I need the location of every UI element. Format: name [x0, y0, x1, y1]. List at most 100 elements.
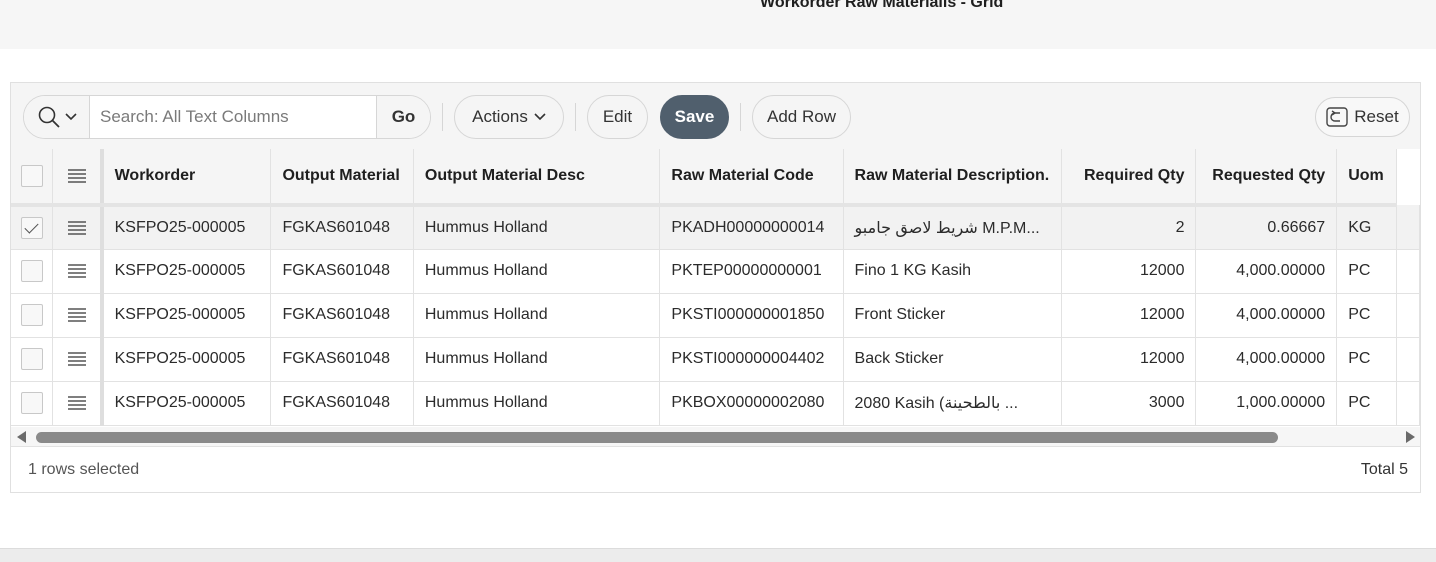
cell-raw-material-code[interactable]: PKSTI000000004402 — [659, 337, 844, 382]
row-select-cell[interactable] — [11, 337, 54, 382]
row-select-checkbox[interactable] — [20, 304, 43, 326]
select-all-checkbox[interactable] — [20, 165, 43, 187]
reset-label: Reset — [1354, 107, 1399, 126]
reset-button[interactable]: Reset — [1315, 97, 1410, 137]
cell-output-material[interactable]: FGKAS601048 — [270, 249, 414, 294]
cell-requested-qty[interactable]: 4,000.00000 — [1195, 337, 1338, 382]
cell-uom[interactable]: KG — [1336, 205, 1397, 250]
row-select-checkbox[interactable] — [20, 260, 43, 282]
cell-uom[interactable]: PC — [1336, 293, 1397, 338]
cell-output-material[interactable]: FGKAS601048 — [270, 337, 414, 382]
row-actions-cell[interactable] — [52, 249, 104, 294]
cell-uom[interactable]: PC — [1336, 381, 1397, 426]
table-row[interactable]: KSFPO25-000005 FGKAS601048 Hummus Holland P… — [11, 381, 1420, 426]
row-select-cell[interactable] — [11, 249, 54, 294]
cell-required-qty[interactable]: 12000 — [1061, 293, 1197, 338]
row-actions-cell[interactable] — [52, 293, 104, 338]
cell-uom[interactable]: PC — [1336, 337, 1397, 382]
hamburger-icon[interactable] — [67, 220, 86, 235]
row-select-cell[interactable] — [11, 293, 54, 338]
cell-requested-qty[interactable]: 0.66667 — [1195, 205, 1338, 250]
column-header-required-qty[interactable]: Required Qty — [1061, 149, 1197, 207]
cell-output-material-desc[interactable]: Hummus Holland — [413, 205, 661, 250]
cell-output-material[interactable]: FGKAS601048 — [270, 381, 414, 426]
go-button[interactable]: Go — [376, 96, 430, 138]
column-header-workorder[interactable]: Workorder — [101, 149, 272, 207]
edit-button[interactable]: Edit — [587, 95, 648, 139]
select-all-header[interactable] — [11, 149, 54, 207]
cell-workorder[interactable]: KSFPO25-000005 — [101, 249, 272, 294]
search-column-menu[interactable] — [24, 96, 90, 138]
cell-raw-material-description[interactable]: 2080 Kasih (بالطحينة ... — [843, 381, 1063, 426]
actions-menu-button[interactable]: Actions — [454, 95, 564, 139]
column-header-raw-material-description[interactable]: Raw Material Description. — [843, 149, 1063, 207]
cell-output-material-desc[interactable]: Hummus Holland — [413, 337, 661, 382]
column-header-uom[interactable]: Uom — [1336, 149, 1397, 207]
row-select-checkbox[interactable] — [20, 348, 43, 370]
toolbar-divider — [575, 103, 576, 131]
cell-required-qty[interactable]: 3000 — [1061, 381, 1197, 426]
cell-output-material[interactable]: FGKAS601048 — [270, 205, 414, 250]
table-row[interactable]: KSFPO25-000005 FGKAS601048 Hummus Holland P… — [11, 293, 1420, 338]
page-title: Workorder Raw Materialis - Grid — [760, 0, 1004, 11]
column-header-requested-qty[interactable]: Requested Qty — [1195, 149, 1338, 207]
cell-uom[interactable]: PC — [1336, 249, 1397, 294]
hamburger-icon[interactable] — [67, 396, 86, 410]
table-row[interactable]: KSFPO25-000005 FGKAS601048 Hummus Holland P… — [11, 337, 1420, 382]
cell-required-qty[interactable]: 12000 — [1061, 249, 1197, 294]
cell-output-material-desc[interactable]: Hummus Holland — [413, 381, 661, 426]
hamburger-icon[interactable] — [67, 264, 86, 278]
table-row[interactable]: KSFPO25-000005 FGKAS601048 Hummus Holland P… — [11, 249, 1420, 294]
cell-requested-qty[interactable]: 1,000.00000 — [1195, 381, 1338, 426]
cell-spacer — [1396, 249, 1420, 294]
cell-raw-material-description[interactable]: Fino 1 KG Kasih — [843, 249, 1063, 294]
search-input[interactable] — [90, 96, 376, 138]
row-select-checkbox[interactable] — [20, 392, 43, 414]
row-actions-cell[interactable] — [52, 205, 104, 250]
edit-label: Edit — [602, 107, 633, 126]
save-label: Save — [674, 107, 715, 126]
cell-raw-material-description[interactable]: Front Sticker — [843, 293, 1063, 338]
cell-output-material-desc[interactable]: Hummus Holland — [413, 293, 661, 338]
cell-requested-qty[interactable]: 4,000.00000 — [1195, 249, 1338, 294]
cell-raw-material-code[interactable]: PKBOX00000002080 — [659, 381, 844, 426]
cell-workorder[interactable]: KSFPO25-000005 — [101, 205, 272, 250]
cell-workorder[interactable]: KSFPO25-000005 — [101, 337, 272, 382]
cell-spacer — [1396, 337, 1420, 382]
cell-output-material[interactable]: FGKAS601048 — [270, 293, 414, 338]
horizontal-scrollbar[interactable] — [11, 427, 1420, 447]
cell-output-material-desc[interactable]: Hummus Holland — [413, 249, 661, 294]
data-grid: Workorder Output Material Output Materia… — [11, 149, 1420, 427]
cell-raw-material-code[interactable]: PKSTI000000001850 — [659, 293, 844, 338]
cell-raw-material-description[interactable]: Back Sticker — [843, 337, 1063, 382]
row-select-checkbox[interactable] — [20, 216, 43, 239]
scroll-right-icon[interactable] — [1406, 431, 1415, 443]
cell-raw-material-code[interactable]: PKADH00000000014 — [659, 205, 844, 250]
cell-workorder[interactable]: KSFPO25-000005 — [101, 293, 272, 338]
chevron-down-icon — [64, 113, 77, 121]
cell-raw-material-description[interactable]: شريط لاصق جامبو M.P.M... — [843, 205, 1063, 250]
add-row-label: Add Row — [767, 107, 836, 126]
cell-raw-material-code[interactable]: PKTEP00000000001 — [659, 249, 844, 294]
cell-required-qty[interactable]: 2 — [1061, 205, 1197, 250]
search-icon — [38, 106, 60, 128]
row-actions-cell[interactable] — [52, 381, 104, 426]
column-header-output-material[interactable]: Output Material — [270, 149, 414, 207]
hamburger-icon[interactable] — [67, 308, 86, 322]
save-button[interactable]: Save — [660, 95, 729, 139]
row-select-cell[interactable] — [11, 381, 54, 426]
table-row[interactable]: KSFPO25-000005 FGKAS601048 Hummus Holland P… — [11, 205, 1420, 250]
row-select-cell[interactable] — [11, 205, 54, 250]
grid-table: Workorder Output Material Output Materia… — [11, 149, 1420, 426]
scrollbar-thumb[interactable] — [36, 432, 1278, 443]
hamburger-icon[interactable] — [67, 352, 86, 366]
row-actions-cell[interactable] — [52, 337, 104, 382]
cell-required-qty[interactable]: 12000 — [1061, 337, 1197, 382]
scroll-left-icon[interactable] — [17, 431, 26, 443]
cell-workorder[interactable]: KSFPO25-000005 — [101, 381, 272, 426]
column-header-raw-material-code[interactable]: Raw Material Code — [659, 149, 844, 207]
add-row-button[interactable]: Add Row — [752, 95, 851, 139]
column-header-output-material-desc[interactable]: Output Material Desc — [413, 149, 661, 207]
cell-requested-qty[interactable]: 4,000.00000 — [1195, 293, 1338, 338]
toolbar-divider — [442, 103, 443, 131]
